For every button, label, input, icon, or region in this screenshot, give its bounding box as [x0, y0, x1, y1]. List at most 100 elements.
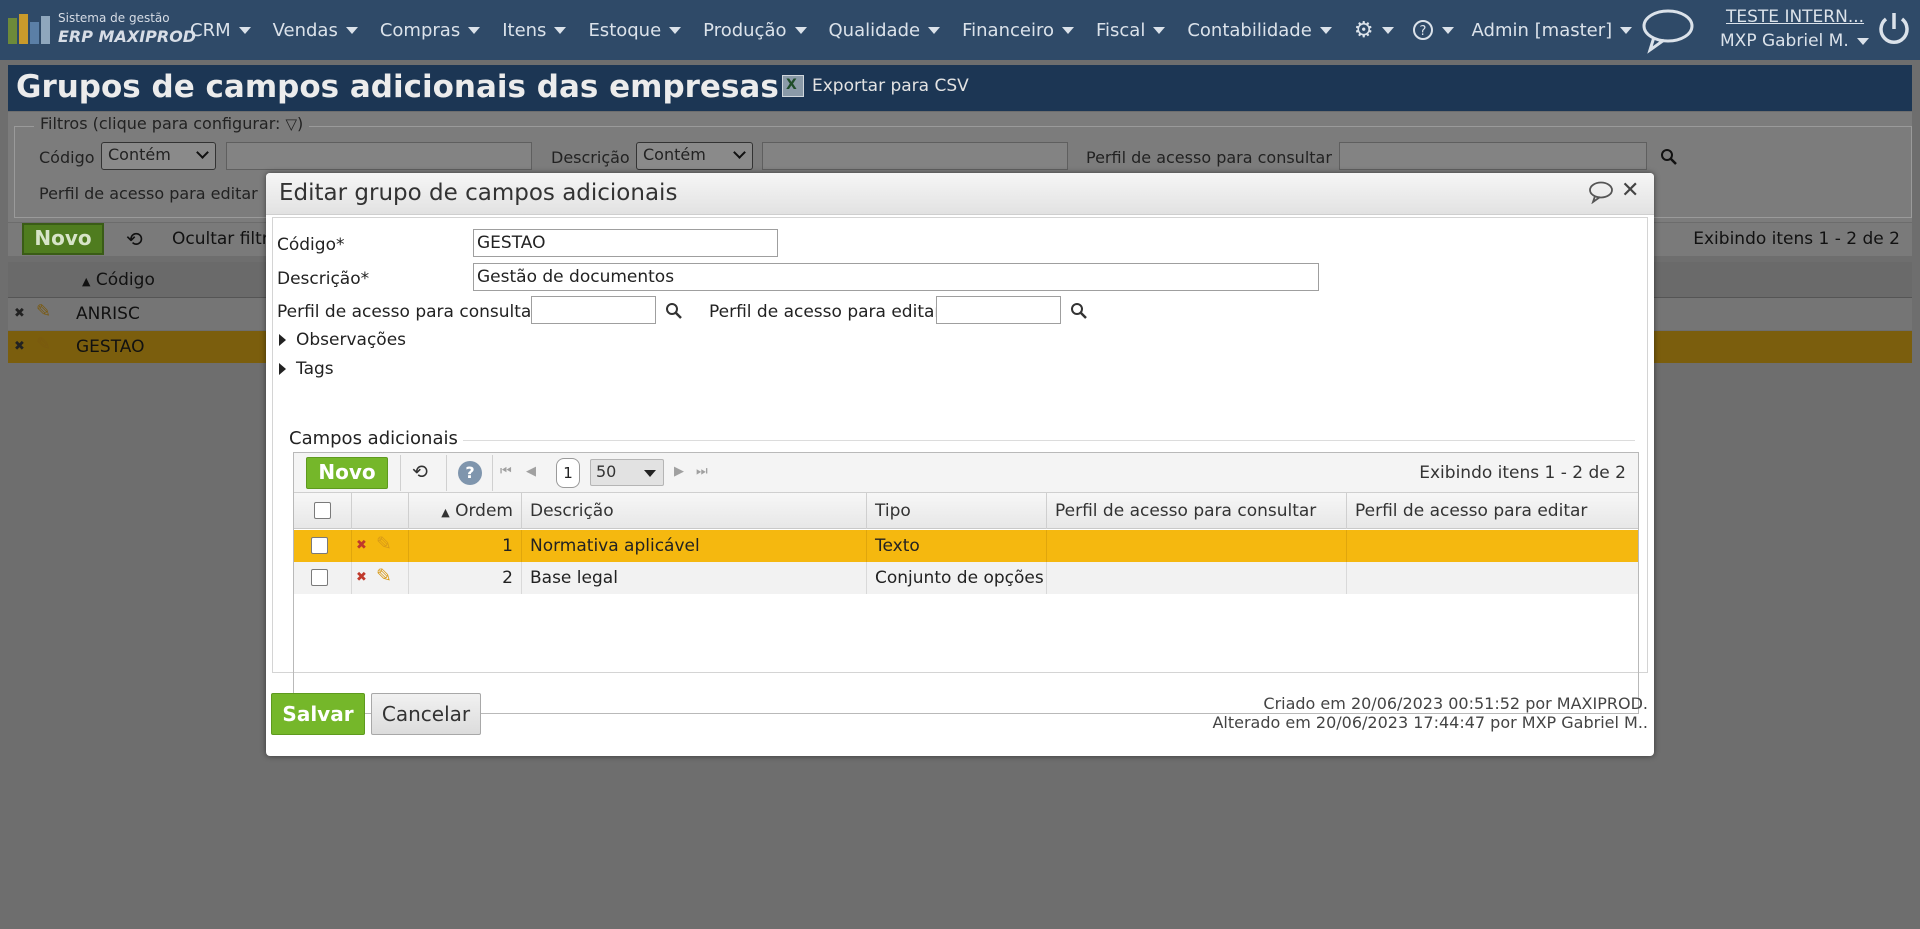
perfil-consultar-input[interactable] — [531, 296, 656, 324]
export-label: Exportar para CSV — [812, 76, 969, 96]
created-info: Criado em 20/06/2023 00:51:52 por MAXIPR… — [1263, 694, 1648, 713]
edit-pencil-icon[interactable]: ✎ — [36, 334, 51, 355]
comment-icon[interactable] — [1588, 180, 1614, 204]
menu-label: Admin [master] — [1471, 19, 1613, 41]
hide-filters-button[interactable]: Ocultar filtr — [172, 229, 269, 249]
row-checkbox[interactable] — [311, 537, 328, 554]
dialog-title: Editar grupo de campos adicionais — [279, 180, 678, 206]
cell-descricao: Base legal — [522, 562, 867, 594]
delete-icon[interactable]: ✖ — [356, 538, 367, 553]
select-all-checkbox[interactable] — [314, 502, 331, 519]
triangle-right-icon — [279, 334, 286, 346]
descricao-input[interactable]: Gestão de documentos — [473, 263, 1319, 291]
first-page-icon[interactable]: ⏮ — [500, 464, 512, 479]
menu-label: Vendas — [272, 19, 338, 41]
menu-vendas[interactable]: Vendas — [273, 20, 358, 41]
menu-compras[interactable]: Compras — [380, 20, 481, 41]
search-icon[interactable] — [665, 302, 683, 320]
delete-icon[interactable]: ✖ — [14, 339, 25, 354]
menu-contabilidade[interactable]: Contabilidade — [1187, 19, 1332, 41]
search-icon[interactable] — [1660, 148, 1678, 166]
row-select-cell — [294, 530, 352, 562]
user-menu[interactable]: MXP Gabriel M. — [1720, 31, 1869, 51]
filter-perfil-editar-label: Perfil de acesso para editar — [39, 184, 258, 203]
edit-pencil-icon[interactable]: ✎ — [376, 565, 392, 587]
altered-info: Alterado em 20/06/2023 17:44:47 por MXP … — [1212, 713, 1648, 732]
header-descricao[interactable]: Descrição — [522, 493, 867, 529]
filter-descricao-operator[interactable]: Contém — [636, 142, 753, 170]
edit-pencil-icon[interactable]: ✎ — [376, 533, 392, 555]
cell-ordem: 2 — [409, 562, 522, 594]
dialog-body: Código* GESTAO Descrição* Gestão de docu… — [272, 217, 1648, 714]
filters-legend[interactable]: Filtros (clique para configurar: ▽) — [34, 114, 310, 133]
prev-page-icon[interactable]: ◀ — [526, 464, 536, 479]
menu-estoque[interactable]: Estoque — [588, 19, 682, 41]
audit-info: Criado em 20/06/2023 00:51:52 por MAXIPR… — [1212, 694, 1648, 732]
select-value: Contém — [108, 145, 171, 164]
row-checkbox[interactable] — [311, 569, 328, 586]
search-icon[interactable] — [1070, 302, 1088, 320]
list-count: Exibindo itens 1 - 2 de 2 — [1693, 229, 1900, 249]
novo-button[interactable]: Novo — [22, 223, 104, 255]
menu-label: Contabilidade — [1187, 19, 1312, 41]
filter-perfil-consultar-input[interactable] — [1339, 142, 1647, 170]
help-menu[interactable]: ? — [1412, 19, 1454, 41]
dialog-header[interactable]: Editar grupo de campos adicionais ✕ — [266, 173, 1654, 215]
export-csv-button[interactable]: X Exportar para CSV — [782, 75, 969, 97]
app-logo[interactable]: Sistema de gestão ERP MAXIPROD — [8, 8, 196, 52]
next-page-icon[interactable]: ▶ — [674, 464, 684, 479]
grid-novo-button[interactable]: Novo — [306, 457, 388, 489]
menu-financeiro[interactable]: Financeiro — [962, 20, 1074, 41]
header-perfil-editar[interactable]: Perfil de acesso para editar — [1347, 493, 1638, 529]
row-select-cell — [294, 562, 352, 594]
menu-label: Fiscal — [1095, 19, 1146, 41]
power-icon[interactable] — [1876, 10, 1912, 48]
header-ordem[interactable]: ▲ Ordem — [409, 493, 522, 529]
menu-admin[interactable]: Admin [master] — [1472, 20, 1633, 41]
page-size-select[interactable]: 50 — [590, 459, 664, 486]
cell-tipo: Texto — [867, 530, 1047, 562]
menu-qualidade[interactable]: Qualidade — [829, 20, 941, 41]
caret-down-icon — [928, 26, 941, 34]
header-tipo[interactable]: Tipo — [867, 493, 1047, 529]
company-link[interactable]: TESTE INTERN... — [1726, 7, 1864, 27]
menu-fiscal[interactable]: Fiscal — [1095, 19, 1166, 41]
refresh-icon[interactable]: ⟲ — [412, 461, 428, 483]
header-perfil-consultar[interactable]: Perfil de acesso para consultar — [1047, 493, 1347, 529]
settings-menu[interactable]: ⚙ — [1354, 18, 1394, 43]
filters-legend-end: ) — [297, 114, 304, 133]
table-row-selected[interactable]: ✖ ✎ 1 Normativa aplicável Texto — [294, 530, 1638, 562]
filter-codigo-input[interactable] — [226, 142, 532, 170]
tags-expander[interactable]: Tags — [279, 359, 334, 379]
last-page-icon[interactable]: ⏭ — [696, 464, 708, 479]
header-select-all — [294, 493, 352, 529]
page-number[interactable]: 1 — [556, 458, 580, 488]
codigo-input[interactable]: GESTAO — [473, 229, 778, 257]
filter-descricao-input[interactable] — [762, 142, 1068, 170]
delete-icon[interactable]: ✖ — [14, 306, 25, 321]
excel-icon: X — [782, 75, 804, 97]
observacoes-expander[interactable]: Observações — [279, 330, 406, 350]
cancel-button[interactable]: Cancelar — [371, 693, 481, 735]
perfil-editar-input[interactable] — [936, 296, 1061, 324]
table-row[interactable]: ✖ ✎ 2 Base legal Conjunto de opções — [294, 562, 1638, 594]
sort-up-icon: ▲ — [82, 275, 91, 288]
delete-icon[interactable]: ✖ — [356, 570, 367, 585]
menu-itens[interactable]: Itens — [502, 20, 567, 41]
page-header: Grupos de campos adicionais das empresas… — [8, 65, 1912, 111]
chat-icon[interactable] — [1640, 6, 1696, 54]
caret-down-icon — [345, 26, 358, 34]
menu-producao[interactable]: Produção — [703, 20, 807, 41]
divider — [492, 455, 493, 491]
edit-pencil-icon[interactable]: ✎ — [36, 301, 51, 322]
menu-label: Estoque — [588, 19, 662, 41]
save-button[interactable]: Salvar — [271, 693, 365, 735]
column-header-codigo[interactable]: ▲ Código — [82, 270, 155, 290]
menu-crm[interactable]: CRM — [190, 20, 251, 41]
close-icon[interactable]: ✕ — [1621, 178, 1639, 203]
filter-codigo-operator[interactable]: Contém — [101, 142, 216, 170]
campos-grid: Novo ⟲ ? ⏮ ◀ 1 50 ▶ ⏭ Exibindo itens 1 -… — [293, 452, 1639, 714]
refresh-icon[interactable]: ⟲ — [126, 227, 143, 251]
cell-tipo: Conjunto de opções — [867, 562, 1047, 594]
help-icon[interactable]: ? — [458, 461, 482, 485]
